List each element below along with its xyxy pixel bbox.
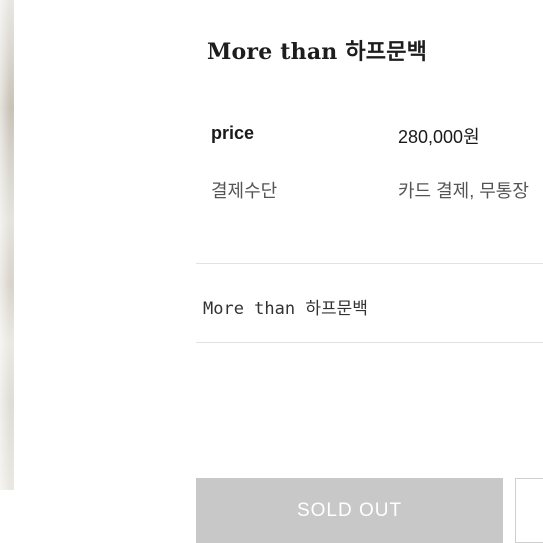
payment-method-value: 카드 결제, 무통장 [398, 181, 529, 201]
payment-method-label: 결제수단 [211, 181, 278, 201]
divider [196, 342, 543, 343]
price-label: price [211, 123, 255, 143]
price-value: 280,000원 [398, 127, 480, 147]
sold-out-button[interactable]: SOLD OUT [196, 478, 503, 543]
product-image [0, 0, 14, 490]
product-title: More than 하프문백 [207, 39, 428, 65]
secondary-action-button[interactable] [515, 478, 543, 543]
product-image-shade [0, 0, 14, 490]
selected-option-name: More than 하프문백 [203, 299, 368, 319]
divider [196, 263, 543, 264]
